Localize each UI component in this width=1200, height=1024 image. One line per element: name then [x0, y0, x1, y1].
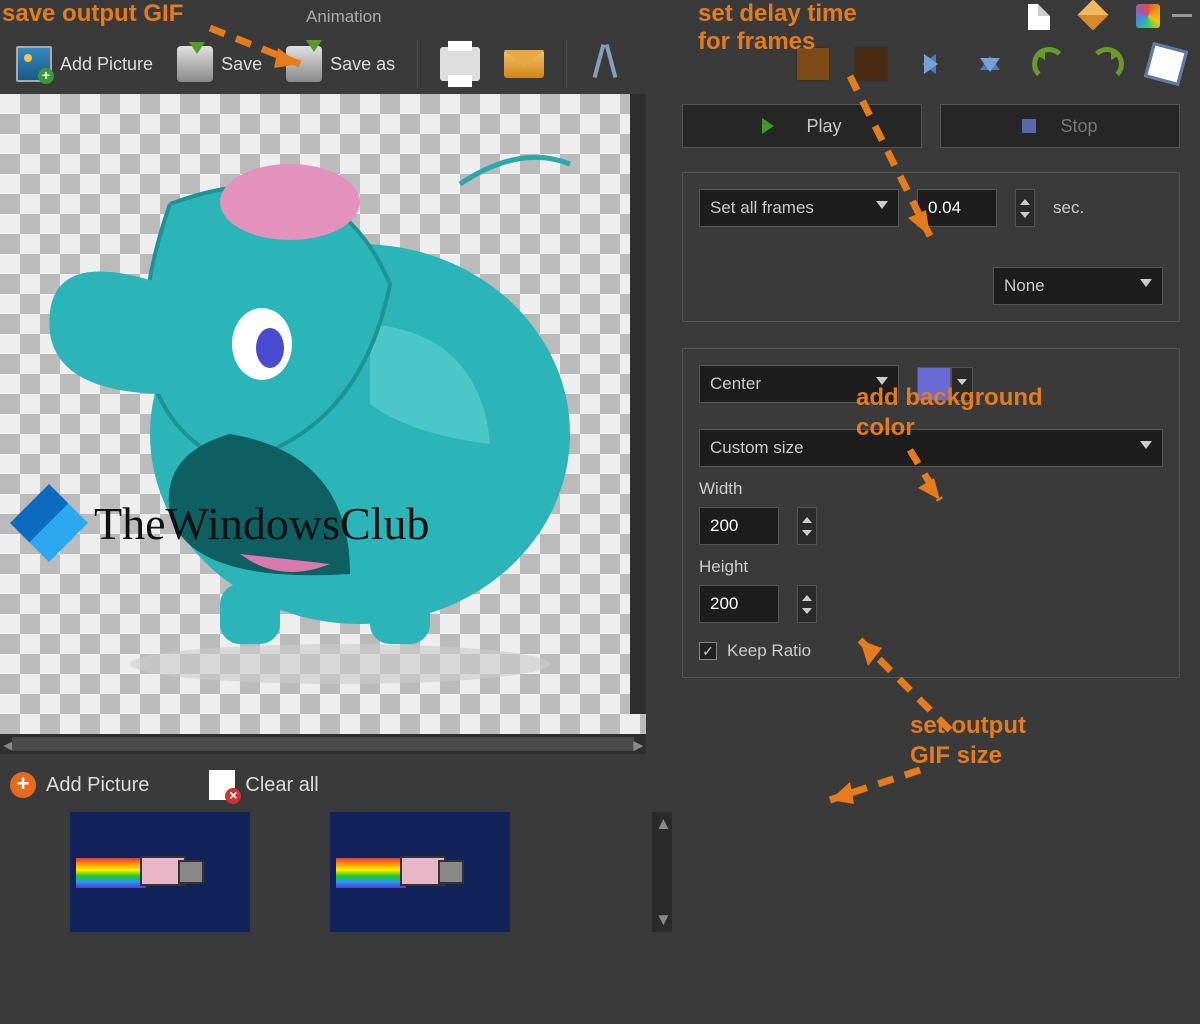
flip-h-icon: [912, 46, 948, 82]
add-picture-label: Add Picture: [60, 54, 153, 75]
chevron-down-icon: [876, 201, 888, 215]
align-select[interactable]: Center: [699, 365, 899, 403]
save-label: Save: [221, 54, 262, 75]
add-circle-icon: [10, 772, 36, 798]
flip-v-icon: [972, 46, 1008, 82]
timing-group: Set all frames 0.04 sec. None: [682, 172, 1180, 322]
print-icon: [440, 47, 480, 81]
keep-ratio-checkbox[interactable]: Keep Ratio: [699, 641, 1163, 661]
clear-icon: [209, 770, 235, 800]
mail-button[interactable]: [498, 46, 550, 82]
toolbar-divider: [417, 40, 418, 88]
save-as-label: Save as: [330, 54, 395, 75]
size-mode-select[interactable]: Custom size: [699, 429, 1163, 467]
delay-spinner[interactable]: [1015, 189, 1035, 227]
play-button[interactable]: Play: [682, 104, 922, 148]
watermark: TheWindowsClub: [10, 484, 429, 562]
align-value: Center: [710, 374, 761, 394]
save-icon: [177, 46, 213, 82]
flip-horizontal-button[interactable]: [906, 42, 954, 86]
canvas[interactable]: TheWindowsClub: [0, 94, 646, 734]
frames-bar: Add Picture Clear all: [0, 754, 662, 938]
brown-icon: [796, 47, 830, 81]
add-picture-button[interactable]: Add Picture: [10, 42, 159, 86]
scissors-icon: [589, 44, 621, 84]
output-group: Center Custom size Width 200: [682, 348, 1180, 678]
new-doc-icon[interactable]: [1028, 4, 1052, 28]
app-window: Animation Add Picture Save Save as: [0, 0, 1200, 1024]
save-as-button[interactable]: Save as: [280, 42, 401, 86]
watermark-logo-icon: [10, 484, 88, 562]
canvas-column: TheWindowsClub ◄ ► Add Picture: [0, 94, 662, 1024]
frames-add-picture-label: Add Picture: [46, 774, 149, 797]
rotate-left-button[interactable]: [1026, 43, 1072, 85]
cut-button[interactable]: [583, 40, 627, 88]
main-area: TheWindowsClub ◄ ► Add Picture: [0, 94, 1200, 1024]
sec-label: sec.: [1053, 198, 1084, 218]
menu-animation[interactable]: Animation: [298, 3, 390, 31]
frame-scope-value: Set all frames: [710, 198, 814, 218]
height-spinner[interactable]: [797, 585, 817, 623]
hscroll-thumb[interactable]: [12, 737, 634, 751]
chevron-down-icon: [1140, 279, 1152, 293]
bg-color-dropdown[interactable]: [951, 367, 973, 401]
rotate-free-icon: [1144, 42, 1188, 86]
scroll-up-icon[interactable]: ▲: [655, 814, 669, 834]
width-input[interactable]: 200: [699, 507, 779, 545]
titlebar-icons: [1028, 4, 1160, 28]
frame-tool-2[interactable]: [848, 43, 894, 85]
toolbar: Add Picture Save Save as: [0, 34, 1200, 94]
palette-icon[interactable]: [1136, 4, 1160, 28]
width-spinner[interactable]: [797, 507, 817, 545]
toolbar-divider-2: [566, 40, 567, 88]
frame-tool-1[interactable]: [790, 43, 836, 85]
minimize-button[interactable]: [1172, 14, 1192, 17]
frames-vscroll[interactable]: ▲ ▼: [652, 812, 672, 932]
stop-button[interactable]: Stop: [940, 104, 1180, 148]
frames-thumbnails: [10, 812, 652, 932]
mail-icon: [504, 50, 544, 78]
chevron-down-icon: [1140, 441, 1152, 455]
rotate-right-icon: [1090, 47, 1124, 81]
frame-scope-select[interactable]: Set all frames: [699, 189, 899, 227]
brown-dark-icon: [854, 47, 888, 81]
frames-clear-all-button[interactable]: Clear all: [209, 770, 318, 800]
keep-ratio-label: Keep Ratio: [727, 641, 811, 661]
save-button[interactable]: Save: [171, 42, 268, 86]
height-input[interactable]: 200: [699, 585, 779, 623]
transition-select[interactable]: None: [993, 267, 1163, 305]
watermark-text: TheWindowsClub: [94, 497, 429, 550]
print-button[interactable]: [434, 43, 486, 85]
chevron-down-icon: [876, 377, 888, 391]
checkbox-icon: [699, 642, 717, 660]
size-mode-value: Custom size: [710, 438, 804, 458]
flip-vertical-button[interactable]: [966, 42, 1014, 86]
transition-value: None: [1004, 276, 1045, 296]
canvas-vscroll[interactable]: [630, 94, 646, 714]
play-icon: [762, 118, 782, 134]
frames-add-picture-button[interactable]: Add Picture: [10, 772, 149, 798]
stop-label: Stop: [1060, 116, 1097, 137]
menubar: Animation: [0, 0, 1200, 34]
canvas-image: [40, 124, 600, 684]
frames-clear-all-label: Clear all: [245, 774, 318, 797]
rotate-right-button[interactable]: [1084, 43, 1130, 85]
pencil-icon[interactable]: [1082, 4, 1106, 28]
rotate-left-icon: [1032, 47, 1066, 81]
scroll-down-icon[interactable]: ▼: [655, 910, 669, 930]
canvas-hscroll[interactable]: ◄ ►: [0, 734, 646, 754]
scroll-right-icon[interactable]: ►: [630, 736, 646, 752]
frame-thumbnail[interactable]: [330, 812, 510, 932]
right-panel: Play Stop Set all frames 0.04 sec.: [662, 94, 1200, 1024]
stop-icon: [1022, 119, 1036, 133]
picture-icon: [16, 46, 52, 82]
play-label: Play: [806, 116, 841, 137]
height-label: Height: [699, 557, 1163, 577]
delay-input[interactable]: 0.04: [917, 189, 997, 227]
save-as-icon: [286, 46, 322, 82]
rotate-free-button[interactable]: [1142, 42, 1190, 86]
width-label: Width: [699, 479, 1163, 499]
frame-thumbnail[interactable]: [70, 812, 250, 932]
bg-color-swatch[interactable]: [917, 367, 951, 401]
